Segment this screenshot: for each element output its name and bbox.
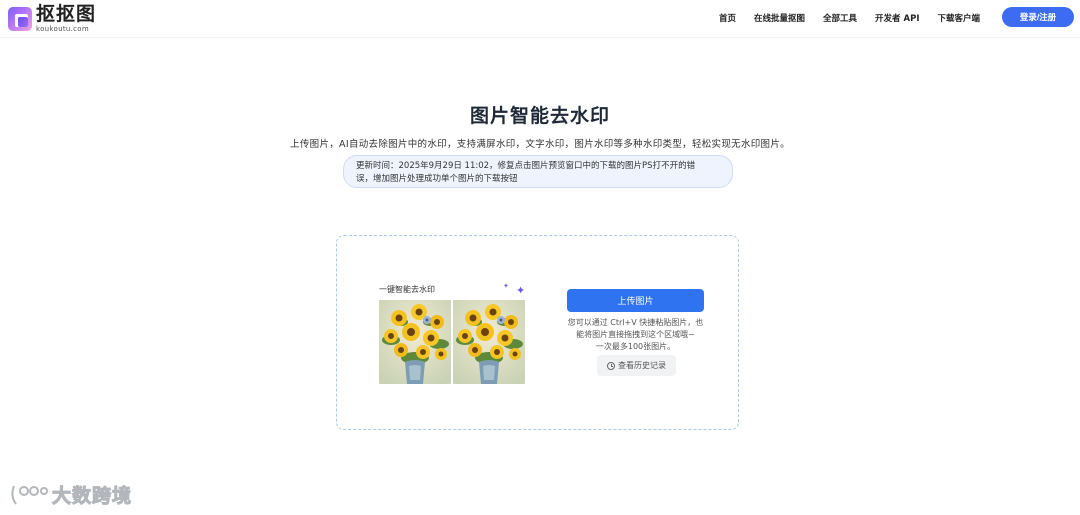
watermark-text: 大数跨境 [51,485,133,508]
corner-watermark: 大数跨境 [8,481,132,508]
logo-icon [8,7,32,31]
upload-tip-line3: 一次最多100张图片。 [595,342,676,351]
upload-image-button[interactable]: 上传图片 [567,289,704,312]
nav-download-client[interactable]: 下载客户端 [937,12,980,24]
upload-tip: 您可以通过 Ctrl+V 快捷粘贴图片，也 能将图片直接拖拽到这个区域哦~ 一次… [559,317,712,353]
update-notice-line2: 误，增加图片处理成功单个图片的下载按钮 [356,174,518,184]
nav-batch-cutout[interactable]: 在线批量抠图 [754,12,805,24]
sparkle-icon: ✦ [516,284,526,297]
page-subtitle: 上传图片，AI自动去除图片中的水印，支持满屏水印，文字水印，图片水印等多种水印类… [290,139,790,150]
update-notice-line1: 更新时间：2025年9月29日 11:02，修复点击图片预览窗口中的下载的图片P… [356,161,696,171]
demo-image-after [453,300,525,384]
watermark-logo-icon [11,485,48,505]
nav-home[interactable]: 首页 [719,12,736,24]
view-history-button[interactable]: 查看历史记录 [597,355,676,376]
main-nav: 首页 在线批量抠图 全部工具 开发者 API 下载客户端 [719,12,980,24]
upload-drop-zone[interactable]: 一键智能去水印 ✦ ✦ 上传图片 您可以通过 Ctrl+V 快捷粘贴图片，也 能… [336,235,739,430]
upload-tip-line2: 能将图片直接拖拽到这个区域哦~ [576,330,695,339]
logo-domain: koukoutu.com [36,25,90,33]
update-notice: 更新时间：2025年9月29日 11:02，修复点击图片预览窗口中的下载的图片P… [343,155,733,188]
page-title: 图片智能去水印 [469,105,610,127]
login-register-button[interactable]: 登录/注册 [1002,7,1074,27]
nav-developer-api[interactable]: 开发者 API [875,12,919,24]
logo-name: 抠抠图 [36,3,97,25]
clock-icon [607,361,615,370]
top-header: 抠抠图 koukoutu.com 首页 在线批量抠图 全部工具 开发者 API … [0,0,1080,38]
upload-tip-line1: 您可以通过 Ctrl+V 快捷粘贴图片，也 [567,318,704,327]
nav-all-tools[interactable]: 全部工具 [823,12,857,24]
demo-image-before [379,300,451,384]
demo-label: 一键智能去水印 [379,285,435,294]
view-history-label: 查看历史记录 [618,361,666,370]
sparkle-small-icon: ✦ [503,282,509,290]
site-logo[interactable]: 抠抠图 koukoutu.com [8,5,96,33]
